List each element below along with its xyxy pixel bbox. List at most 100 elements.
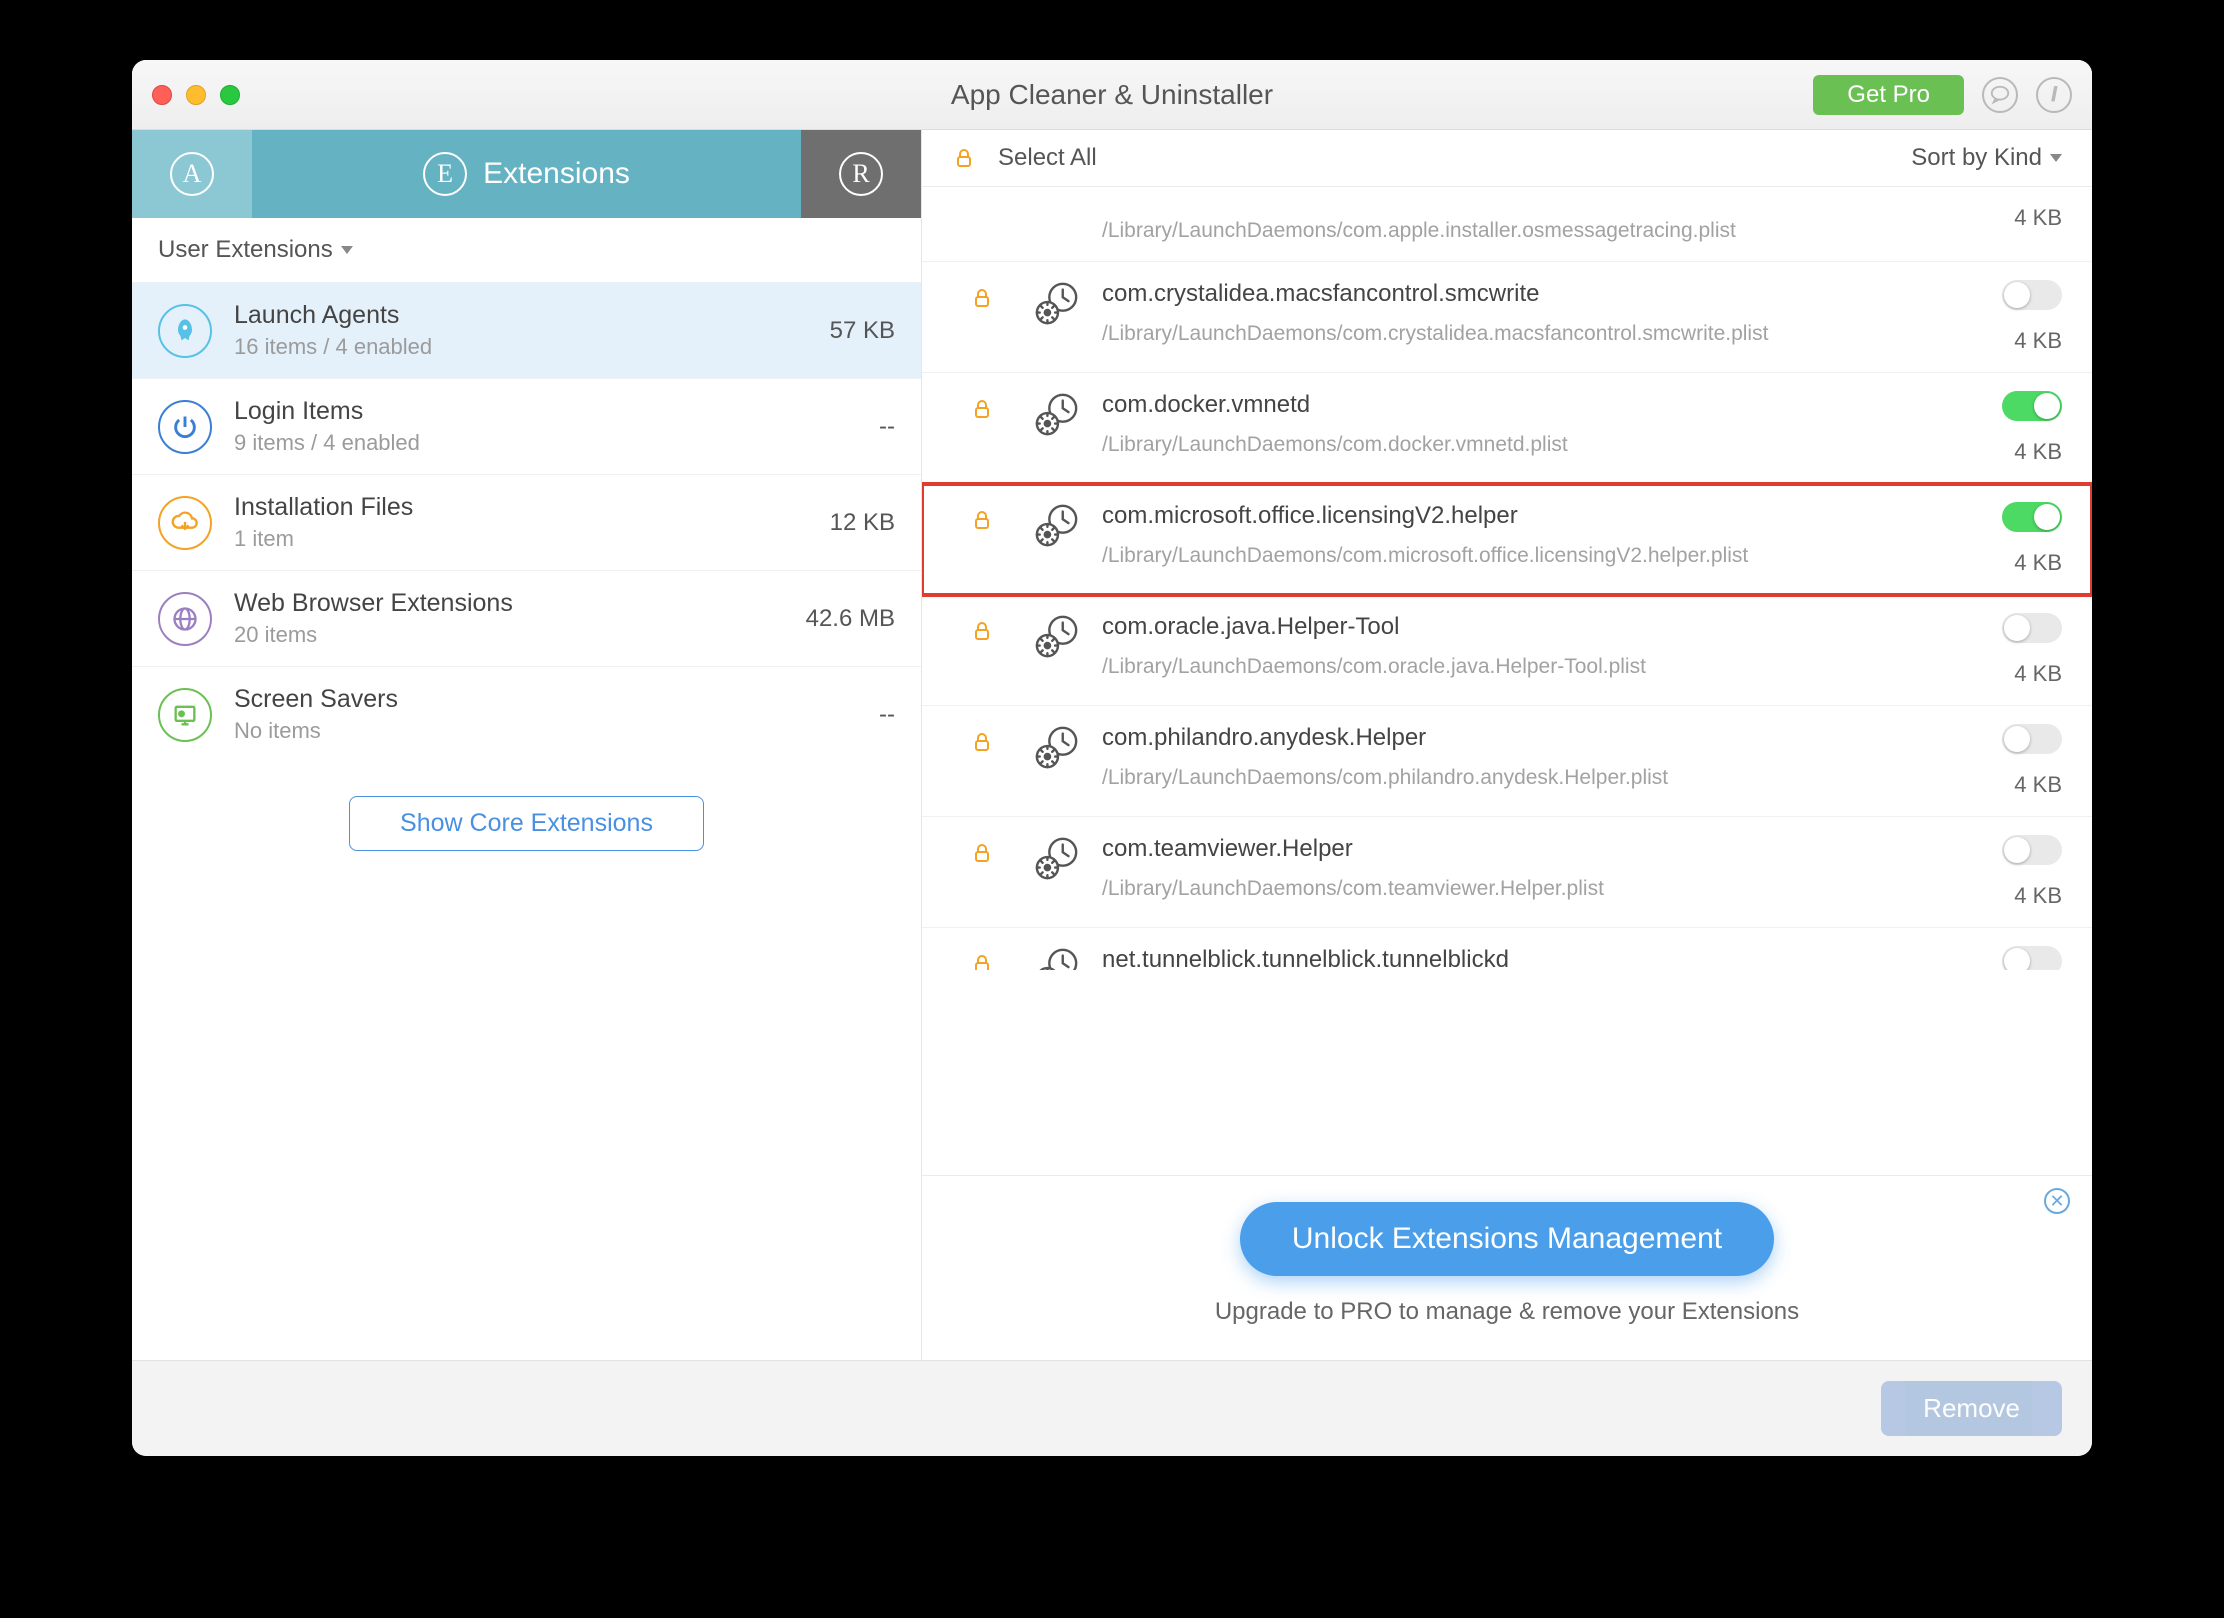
rocket-icon [158,304,212,358]
promo-panel: ✕ Unlock Extensions Management Upgrade t… [922,1175,2092,1360]
category-list: Launch Agents 16 items / 4 enabled 57 KB… [132,282,921,762]
category-subtitle: No items [234,718,857,744]
lock-icon [970,397,994,421]
item-name: com.philandro.anydesk.Helper [1102,724,1942,752]
category-title: Installation Files [234,493,808,522]
enable-toggle[interactable] [2002,946,2062,970]
item-path: /Library/LaunchDaemons/com.apple.install… [1102,219,1942,243]
category-size: 57 KB [830,317,895,345]
category-subtitle: 20 items [234,622,784,648]
sidebar: A E Extensions R User Extensions Launch … [132,130,922,1360]
list-item[interactable]: com.docker.vmnetd /Library/LaunchDaemons… [922,373,2092,484]
unlock-management-button[interactable]: Unlock Extensions Management [1240,1202,1774,1276]
sort-dropdown[interactable]: Sort by Kind [1911,144,2062,172]
promo-text: Upgrade to PRO to manage & remove your E… [922,1298,2092,1326]
remove-button[interactable]: Remove [1881,1381,2062,1436]
item-size: 4 KB [2014,205,2062,231]
item-size: 4 KB [2014,550,2062,576]
daemon-icon [1034,613,1080,659]
tab-extensions-label: Extensions [483,157,630,191]
category-title: Launch Agents [234,301,808,330]
category-item[interactable]: Installation Files 1 item 12 KB [132,474,921,570]
category-size: -- [879,413,895,441]
item-name: com.oracle.java.Helper-Tool [1102,613,1942,641]
filter-label: User Extensions [158,236,333,264]
enable-toggle[interactable] [2002,391,2062,421]
app-window: App Cleaner & Uninstaller Get Pro i A E … [132,60,2092,1456]
list-item[interactable]: com.oracle.java.Helper-Tool /Library/Lau… [922,595,2092,706]
lock-icon [970,952,994,970]
tab-remaining[interactable]: R [801,130,921,218]
list-item[interactable]: com.teamviewer.Helper /Library/LaunchDae… [922,817,2092,928]
tab-extensions[interactable]: E Extensions [252,130,801,218]
daemon-icon [1034,391,1080,437]
list-item[interactable]: /Library/LaunchDaemons/com.apple.install… [922,187,2092,262]
category-title: Login Items [234,397,857,426]
item-path: /Library/LaunchDaemons/com.philandro.any… [1102,766,1942,790]
enable-toggle[interactable] [2002,280,2062,310]
category-item[interactable]: Web Browser Extensions 20 items 42.6 MB [132,570,921,666]
enable-toggle[interactable] [2002,613,2062,643]
mode-tabs: A E Extensions R [132,130,921,218]
category-item[interactable]: Launch Agents 16 items / 4 enabled 57 KB [132,282,921,378]
list-item[interactable]: net.tunnelblick.tunnelblick.tunnelblickd [922,928,2092,970]
item-name: net.tunnelblick.tunnelblick.tunnelblickd [1102,946,1942,970]
cloud-down-icon [158,496,212,550]
list-item[interactable]: com.crystalidea.macsfancontrol.smcwrite … [922,262,2092,373]
list-header: Select All Sort by Kind [922,130,2092,187]
item-path: /Library/LaunchDaemons/com.microsoft.off… [1102,544,1942,568]
enable-toggle[interactable] [2002,724,2062,754]
globe-icon [158,592,212,646]
tab-applications[interactable]: A [132,130,252,218]
chevron-down-icon [2050,154,2062,162]
item-path: /Library/LaunchDaemons/com.crystalidea.m… [1102,322,1942,346]
item-size: 4 KB [2014,772,2062,798]
item-size: 4 KB [2014,328,2062,354]
category-title: Screen Savers [234,685,857,714]
category-size: 12 KB [830,509,895,537]
item-name: com.crystalidea.macsfancontrol.smcwrite [1102,280,1942,308]
category-subtitle: 16 items / 4 enabled [234,334,808,360]
screen-icon [158,688,212,742]
daemon-icon [1034,502,1080,548]
chevron-down-icon [341,246,353,254]
category-size: -- [879,701,895,729]
daemon-list: /Library/LaunchDaemons/com.apple.install… [922,187,2092,1175]
daemon-icon [1034,280,1080,326]
item-name: com.teamviewer.Helper [1102,835,1942,863]
lock-icon [970,730,994,754]
lock-icon [970,286,994,310]
main-panel: Select All Sort by Kind /Library/LaunchD… [922,130,2092,1360]
item-size: 4 KB [2014,439,2062,465]
item-path: /Library/LaunchDaemons/com.docker.vmnetd… [1102,433,1942,457]
lock-icon [970,508,994,532]
remaining-icon: R [839,152,883,196]
lock-icon [970,841,994,865]
item-path: /Library/LaunchDaemons/com.oracle.java.H… [1102,655,1942,679]
extensions-icon: E [423,152,467,196]
filter-dropdown[interactable]: User Extensions [132,218,921,282]
item-path: /Library/LaunchDaemons/com.teamviewer.He… [1102,877,1942,901]
item-name: com.microsoft.office.licensingV2.helper [1102,502,1942,530]
window-title: App Cleaner & Uninstaller [132,79,2092,111]
footer: Remove [132,1360,2092,1456]
category-item[interactable]: Screen Savers No items -- [132,666,921,762]
daemon-icon [1034,724,1080,770]
item-size: 4 KB [2014,883,2062,909]
enable-toggle[interactable] [2002,835,2062,865]
category-title: Web Browser Extensions [234,589,784,618]
category-item[interactable]: Login Items 9 items / 4 enabled -- [132,378,921,474]
titlebar: App Cleaner & Uninstaller Get Pro i [132,60,2092,130]
category-subtitle: 1 item [234,526,808,552]
select-all-checkbox[interactable]: Select All [998,144,1097,172]
item-name: com.docker.vmnetd [1102,391,1942,419]
close-promo-button[interactable]: ✕ [2044,1188,2070,1214]
enable-toggle[interactable] [2002,502,2062,532]
show-core-extensions-button[interactable]: Show Core Extensions [349,796,704,851]
list-item[interactable]: com.philandro.anydesk.Helper /Library/La… [922,706,2092,817]
lock-icon [952,146,976,170]
category-size: 42.6 MB [806,605,895,633]
daemon-icon [1034,946,1080,970]
list-item[interactable]: com.microsoft.office.licensingV2.helper … [922,484,2092,595]
sort-label: Sort by Kind [1911,144,2042,172]
